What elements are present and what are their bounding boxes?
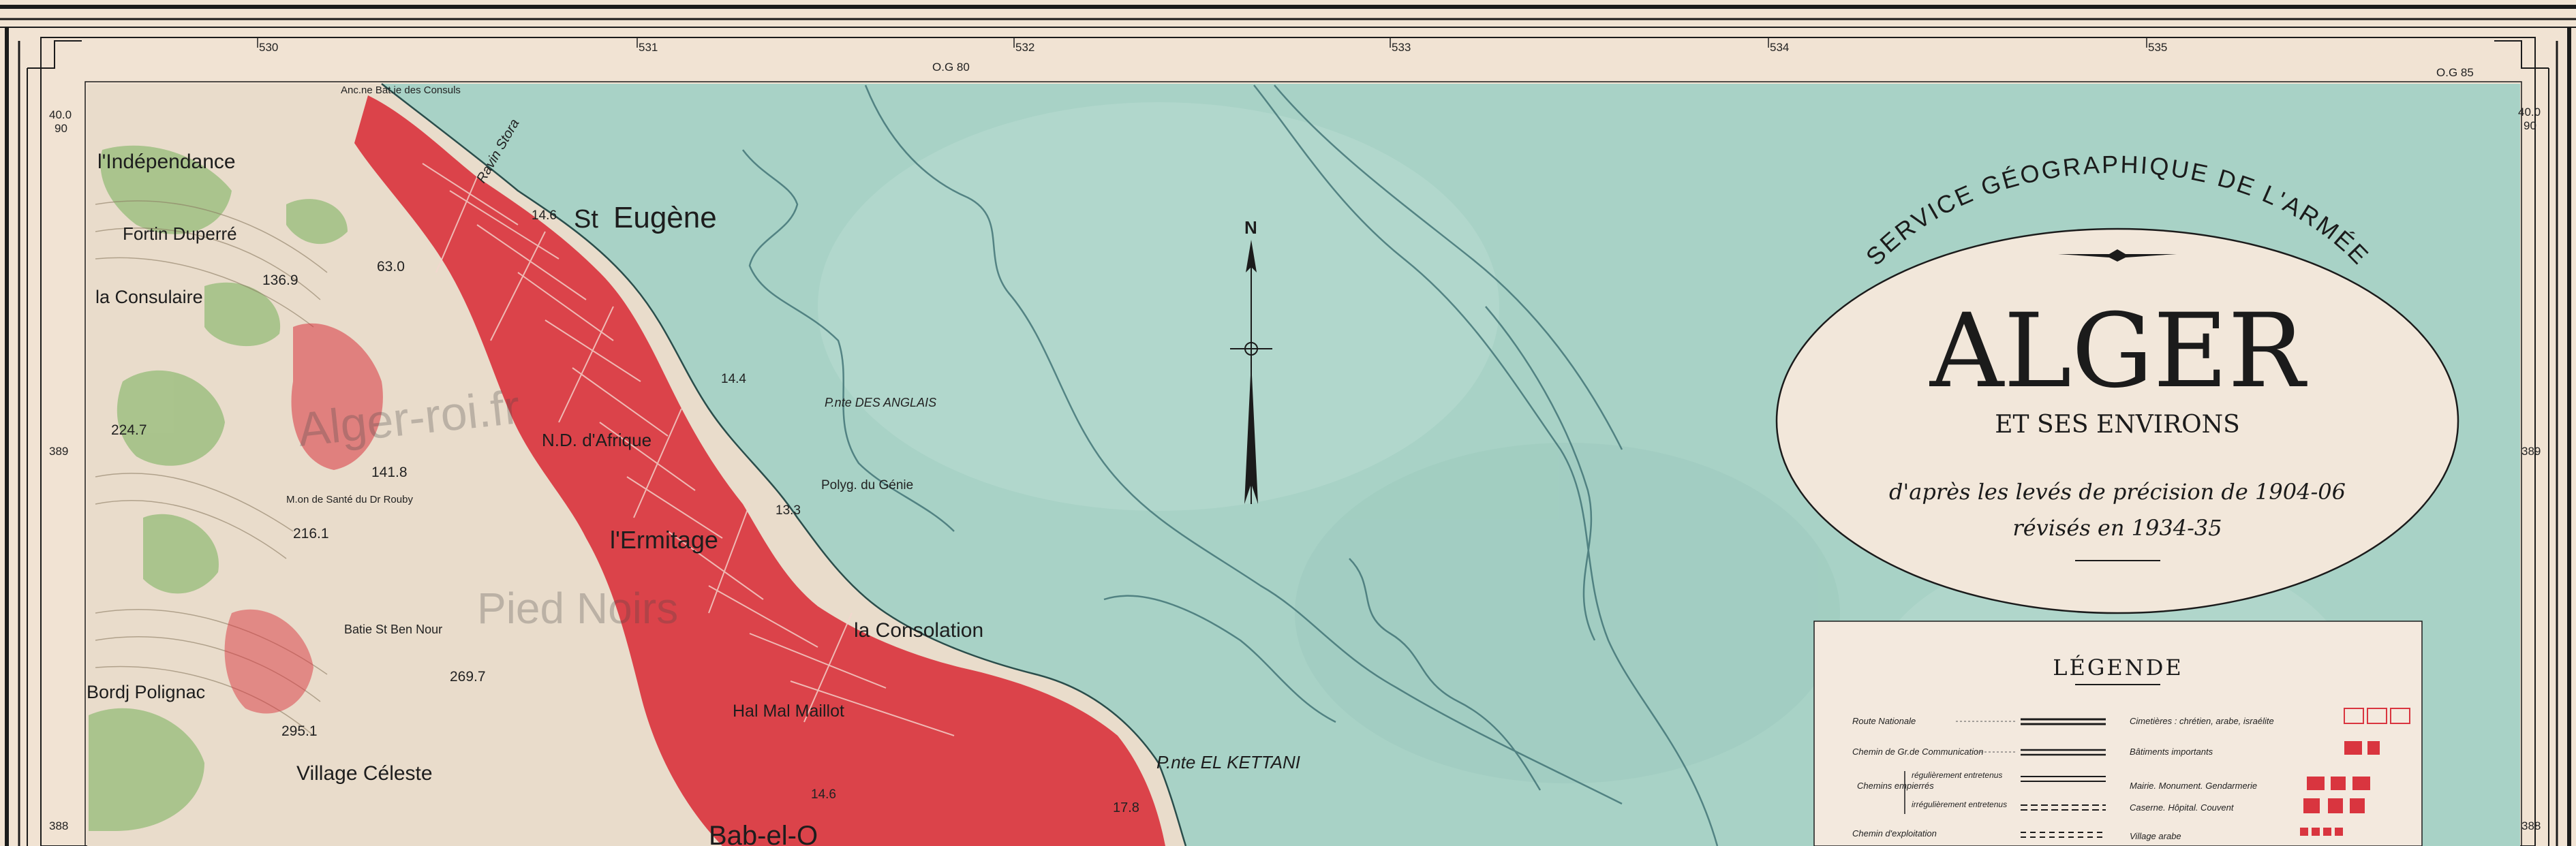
- place-bordj-polignac: Bordj Polignac: [87, 682, 205, 702]
- og-80-label: O.G 80: [932, 61, 970, 74]
- elevation-295-1: 295.1: [281, 723, 318, 739]
- place-village-celeste: Village Céleste: [296, 762, 433, 785]
- elevation-63-0: 63.0: [377, 259, 405, 275]
- place-consolation: la Consolation: [854, 619, 983, 642]
- place-ermitage: l'Ermitage: [610, 526, 718, 554]
- place-polygone-genie: Polyg. du Génie: [821, 478, 913, 492]
- legend-mairie: Mairie. Monument. Gendarmerie: [2130, 781, 2257, 791]
- grid-tick-533: 533: [1392, 41, 1411, 54]
- legend-village-arabe: Village arabe: [2130, 831, 2181, 841]
- watermark-pied-noirs: Pied Noirs: [477, 584, 678, 633]
- legend-cimetieres: Cimetières : chrétien, arabe, israélite: [2130, 716, 2274, 726]
- elevation-14-6-a: 14.6: [532, 208, 557, 223]
- left-coord-40: 40.0: [49, 108, 72, 121]
- survey-line-2: révisés en 1934-35: [2012, 515, 2222, 541]
- legend-caserne: Caserne. Hôpital. Couvent: [2130, 802, 2235, 813]
- place-pointe-anglais: P.nte DES ANGLAIS: [825, 396, 936, 409]
- place-batterie-ben-nour: Batie St Ben Nour: [344, 623, 442, 636]
- elevation-13-3: 13.3: [776, 503, 801, 518]
- legend-title: LÉGENDE: [2053, 655, 2183, 680]
- elevation-14-6-b: 14.6: [811, 787, 836, 802]
- elevation-136-9: 136.9: [262, 272, 298, 288]
- topographic-map[interactable]: 530 531 532 533 534 535 O.G 80 O.G 85 40…: [0, 0, 2576, 846]
- left-coord-388: 388: [49, 819, 68, 832]
- grid-tick-532: 532: [1015, 41, 1034, 54]
- north-label: N: [1244, 217, 1257, 238]
- map-title-alger: ALGER: [1929, 292, 2307, 411]
- place-st-eugene-prefix: St: [574, 205, 598, 234]
- place-pointe-kettani: P.nte EL KETTANI: [1156, 752, 1300, 772]
- right-coord-388: 388: [2521, 819, 2541, 832]
- place-notre-dame-afrique: N.D. d'Afrique: [542, 430, 651, 450]
- legend-box: LÉGENDE Route Nationale Chemin de Gr.de …: [1813, 621, 2423, 846]
- right-coord-389: 389: [2521, 445, 2541, 458]
- elevation-269-7: 269.7: [450, 669, 486, 685]
- survey-line-1: d'après les levés de précision de 1904-0…: [1889, 479, 2346, 505]
- legend-chemin-exploitation: Chemin d'exploitation: [1852, 828, 1937, 839]
- legend-irregulierement: irrégulièrement entretenus: [1912, 800, 2007, 809]
- right-coord-90: 90: [2524, 119, 2536, 132]
- place-maillot: Hal Mal Maillot: [733, 702, 844, 721]
- legend-chemin-grande-communication: Chemin de Gr.de Communication: [1852, 747, 1983, 757]
- elevation-17-8: 17.8: [1113, 800, 1139, 815]
- place-fortin-duperre: Fortin Duperré: [123, 223, 237, 244]
- place-st-eugene: Eugène: [613, 201, 717, 234]
- map-sheet: 530 531 532 533 534 535 O.G 80 O.G 85 40…: [0, 0, 2576, 846]
- place-maison-sante: M.on de Santé du Dr Rouby: [286, 494, 413, 505]
- legend-route-nationale: Route Nationale: [1852, 716, 1916, 726]
- right-coord-40: 40.0: [2518, 106, 2541, 119]
- legend-regulierement: régulièrement entretenus: [1912, 770, 2002, 780]
- place-independance: l'Indépendance: [97, 151, 236, 173]
- place-bab-el-oued: Bab-el-O: [709, 821, 818, 846]
- elevation-141-8: 141.8: [371, 465, 408, 480]
- grid-tick-530: 530: [259, 41, 278, 54]
- map-subtitle: ET SES ENVIRONS: [1995, 411, 2240, 439]
- left-coord-389: 389: [49, 445, 68, 458]
- legend-chemins-empierres: Chemins empierrés: [1857, 781, 1934, 791]
- left-coord-90: 90: [55, 122, 67, 135]
- grid-tick-535: 535: [2148, 41, 2167, 54]
- og-85-label: O.G 85: [2436, 66, 2474, 79]
- grid-tick-534: 534: [1770, 41, 1789, 54]
- elevation-14-4: 14.4: [721, 372, 746, 386]
- place-ancienne-batterie: Anc.ne Bat.ie des Consuls: [341, 84, 461, 96]
- place-consulaire: la Consulaire: [95, 287, 203, 307]
- elevation-224-7: 224.7: [111, 422, 147, 438]
- grid-tick-531: 531: [639, 41, 658, 54]
- legend-batiments-importants: Bâtiments importants: [2130, 747, 2213, 757]
- elevation-216-1: 216.1: [293, 526, 329, 542]
